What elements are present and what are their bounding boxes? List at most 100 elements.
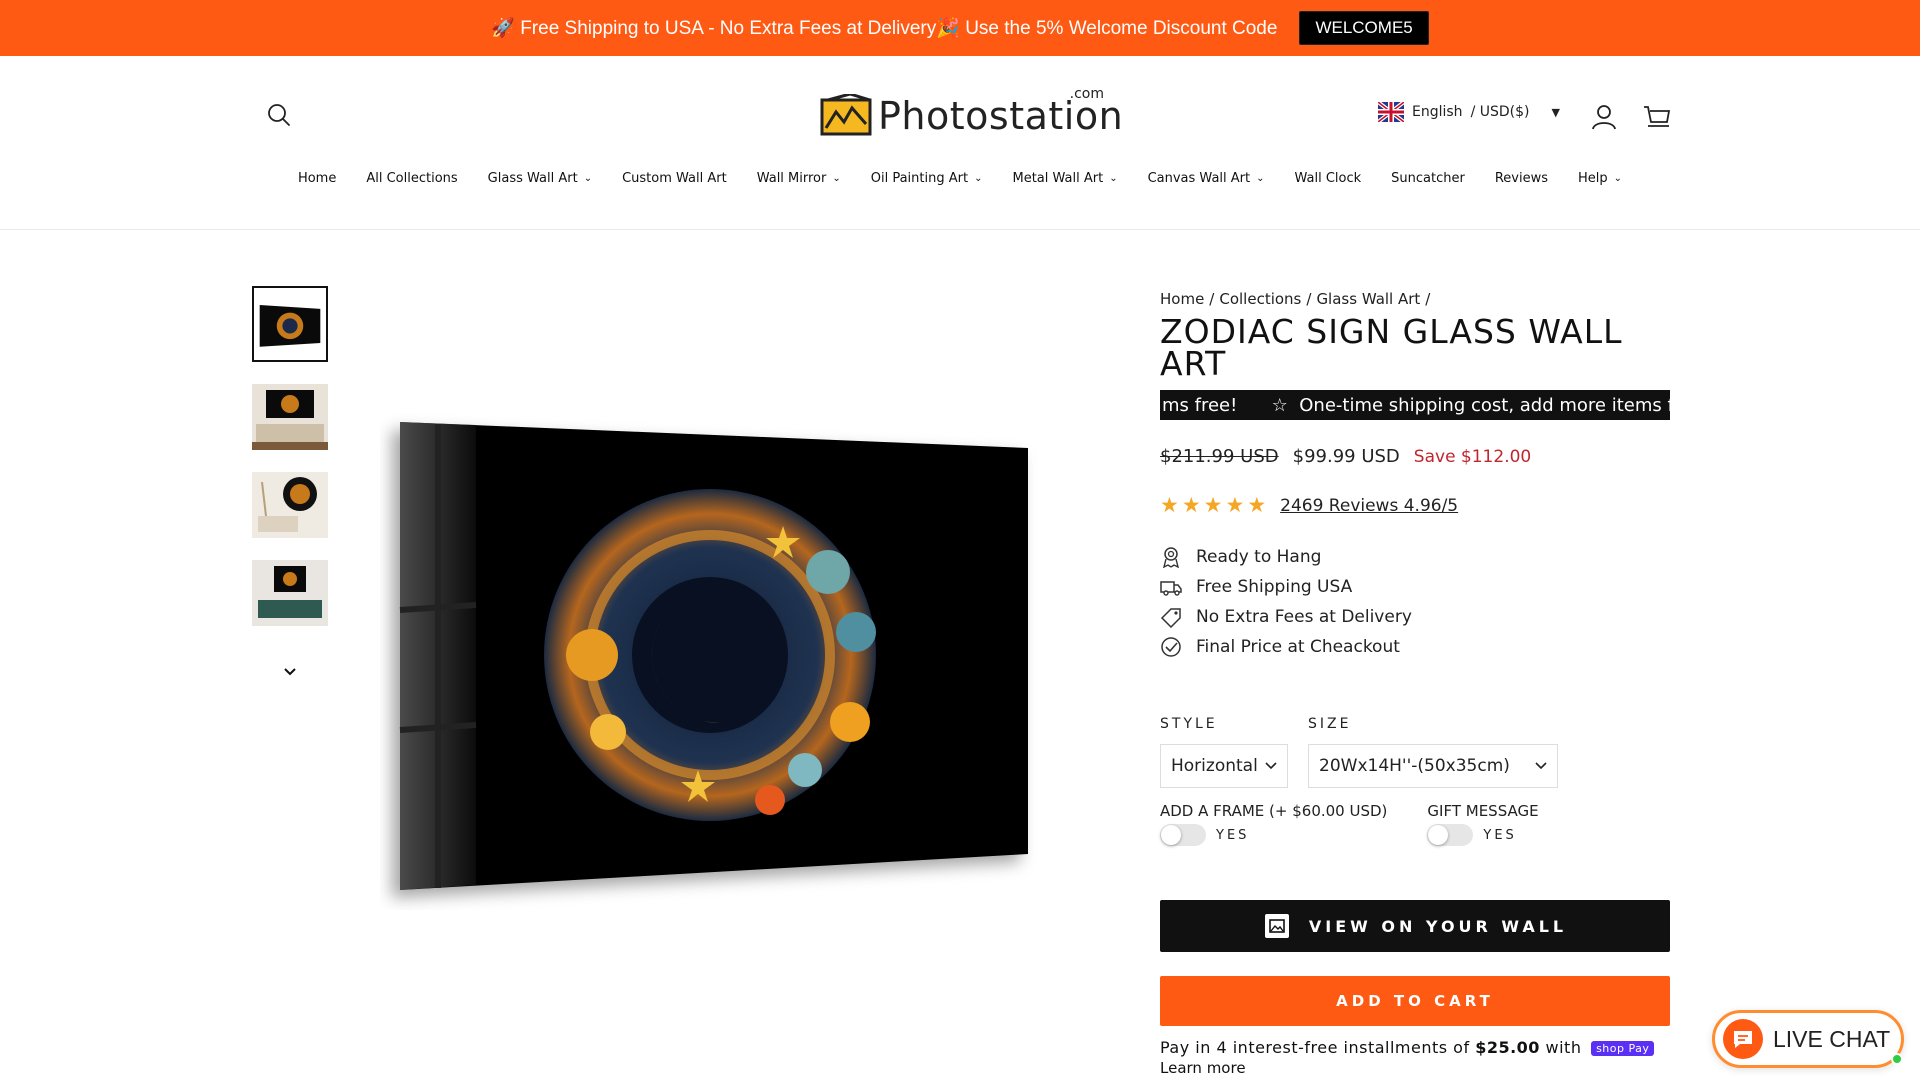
nav-item-label: Oil Painting Art — [870, 170, 969, 186]
nav-item-wall-mirror[interactable]: Wall Mirror ⌄ — [742, 164, 856, 192]
gift-addon: GIFT MESSAGE YES — [1427, 802, 1539, 846]
site-logo[interactable]: Photostation .com — [820, 84, 1123, 142]
online-status-dot — [1891, 1053, 1903, 1065]
star-icon: ★ — [1247, 493, 1267, 517]
nav-item-oil-painting-art[interactable]: Oil Painting Art ⌄ — [856, 164, 998, 192]
nav-item-suncatcher[interactable]: Suncatcher — [1376, 164, 1480, 192]
thumbnail-image — [254, 288, 326, 360]
user-icon — [1592, 105, 1616, 130]
rating-row: ★ ★ ★ ★ ★ 2469 Reviews 4.96/5 — [1160, 495, 1670, 516]
size-label: SIZE — [1308, 716, 1352, 732]
tag-icon — [1160, 608, 1181, 628]
thumbnail-image — [252, 472, 328, 538]
installments-with: with — [1539, 1038, 1588, 1057]
live-chat-button[interactable]: LIVE CHAT — [1712, 1010, 1904, 1068]
thumbnail-1[interactable] — [252, 286, 328, 362]
account-button[interactable] — [1592, 104, 1616, 130]
product-options: STYLE Horizontal SIZE 20Wx14H''-(50x35cm… — [1160, 716, 1670, 788]
caret-down-icon: ▼ — [1551, 105, 1560, 119]
nav-item-canvas-wall-art[interactable]: Canvas Wall Art ⌄ — [1133, 164, 1280, 192]
nav-item-glass-wall-art[interactable]: Glass Wall Art ⌄ — [473, 164, 607, 192]
search-button[interactable] — [266, 102, 292, 128]
view-on-wall-label: VIEW ON YOUR WALL — [1308, 916, 1568, 936]
breadcrumb-collections[interactable]: Collections — [1219, 290, 1301, 308]
search-icon — [268, 104, 290, 126]
zodiac-glass-artwork — [399, 422, 1028, 890]
reviews-link[interactable]: 2469 Reviews 4.96/5 — [1280, 496, 1458, 516]
chevron-down-icon: ⌄ — [974, 172, 983, 184]
installments-info: Pay in 4 interest-free installments of $… — [1160, 1038, 1670, 1057]
frame-addon: ADD A FRAME (+ $60.00 USD) YES — [1160, 802, 1387, 846]
nav-item-wall-clock[interactable]: Wall Clock — [1280, 164, 1377, 192]
cart-icon — [1644, 106, 1671, 127]
addon-options: ADD A FRAME (+ $60.00 USD) YES GIFT MESS… — [1160, 802, 1670, 846]
style-label: STYLE — [1160, 716, 1218, 732]
thumbnails-scroll-down[interactable] — [280, 664, 300, 680]
product-title: ZODIAC SIGN GLASS WALL ART — [1160, 312, 1623, 383]
check-circle-icon — [1161, 637, 1181, 657]
installment-amount: $25.00 — [1475, 1038, 1540, 1057]
feature-label: Free Shipping USA — [1196, 577, 1353, 597]
nav-item-reviews[interactable]: Reviews — [1480, 164, 1563, 192]
gift-label: GIFT MESSAGE — [1427, 802, 1539, 820]
add-to-cart-button[interactable]: ADD TO CART — [1160, 976, 1670, 1026]
thumbnail-image — [252, 384, 328, 450]
shipping-marquee: ms free! ☆ One-time shipping cost, add m… — [1160, 390, 1670, 420]
nav-item-label: Metal Wall Art — [1012, 170, 1104, 186]
feature-item: Final Price at Cheackout — [1160, 632, 1670, 662]
star-icon: ★ — [1225, 493, 1245, 517]
style-select[interactable]: Horizontal — [1160, 744, 1288, 788]
breadcrumb: Home / Collections / Glass Wall Art / — [1160, 290, 1670, 308]
logo-suffix: .com — [1069, 86, 1104, 102]
nav-item-label: Glass Wall Art — [487, 170, 578, 186]
truck-icon — [1160, 581, 1182, 596]
nav-item-metal-wall-art[interactable]: Metal Wall Art ⌄ — [997, 164, 1132, 192]
chevron-down-icon — [1535, 762, 1547, 770]
nav-item-custom-wall-art[interactable]: Custom Wall Art — [607, 164, 742, 192]
nav-item-home[interactable]: Home — [283, 164, 351, 192]
chevron-down-icon — [284, 668, 296, 676]
size-select[interactable]: 20Wx14H''-(50x35cm) — [1308, 744, 1558, 788]
thumbnail-image — [252, 560, 328, 626]
breadcrumb-separator: / — [1425, 290, 1431, 308]
feature-label: Ready to Hang — [1196, 547, 1322, 567]
live-chat-label: LIVE CHAT — [1773, 1025, 1891, 1052]
site-header: Photostation .com English / USD($) ▼ Hom… — [0, 56, 1920, 230]
announcement-bar: 🚀 Free Shipping to USA - No Extra Fees a… — [0, 0, 1920, 56]
style-value: Horizontal — [1171, 756, 1258, 776]
feature-label: Final Price at Cheackout — [1196, 637, 1400, 657]
cart-button[interactable] — [1643, 104, 1671, 130]
frame-toggle[interactable] — [1160, 824, 1206, 846]
star-rating: ★ ★ ★ ★ ★ — [1160, 495, 1266, 516]
feature-item: Free Shipping USA — [1160, 572, 1670, 602]
currency-label: / USD($) — [1470, 104, 1530, 120]
frame-label: ADD A FRAME (+ $60.00 USD) — [1160, 802, 1388, 820]
announcement-text: 🚀 Free Shipping to USA - No Extra Fees a… — [491, 18, 1278, 39]
star-icon: ★ — [1160, 493, 1179, 517]
feature-list: Ready to Hang Free Shipping USA No Extra F… — [1160, 542, 1670, 662]
main-product-image[interactable] — [380, 410, 1040, 910]
view-on-wall-button[interactable]: VIEW ON YOUR WALL — [1160, 900, 1670, 952]
breadcrumb-home[interactable]: Home — [1160, 290, 1204, 308]
add-to-cart-label: ADD TO CART — [1336, 992, 1494, 1010]
thumbnail-3[interactable] — [252, 472, 328, 538]
nav-item-all-collections[interactable]: All Collections — [351, 164, 472, 192]
original-price: $211.99 USD — [1160, 446, 1279, 467]
locale-selector[interactable]: English / USD($) ▼ — [1378, 102, 1560, 122]
feature-item: Ready to Hang — [1160, 542, 1670, 572]
breadcrumb-glass-wall-art[interactable]: Glass Wall Art — [1316, 290, 1420, 308]
logo-frame-icon — [820, 94, 872, 136]
gift-toggle[interactable] — [1427, 824, 1474, 846]
nav-item-label: Suncatcher — [1391, 170, 1465, 186]
nav-item-label: All Collections — [366, 170, 458, 186]
nav-item-label: Custom Wall Art — [622, 170, 727, 186]
thumbnail-4[interactable] — [252, 560, 328, 626]
price-row: $211.99 USD $99.99 USD Save $112.00 — [1160, 446, 1670, 467]
discount-code-badge[interactable]: WELCOME5 — [1299, 11, 1429, 45]
nav-item-help[interactable]: Help ⌄ — [1563, 164, 1637, 192]
learn-more-link[interactable]: Learn more — [1160, 1059, 1670, 1077]
star-icon: ★ — [1181, 493, 1201, 517]
nav-item-label: Canvas Wall Art — [1147, 170, 1251, 186]
thumbnail-2[interactable] — [252, 384, 328, 450]
sale-price: $99.99 USD — [1292, 446, 1400, 467]
